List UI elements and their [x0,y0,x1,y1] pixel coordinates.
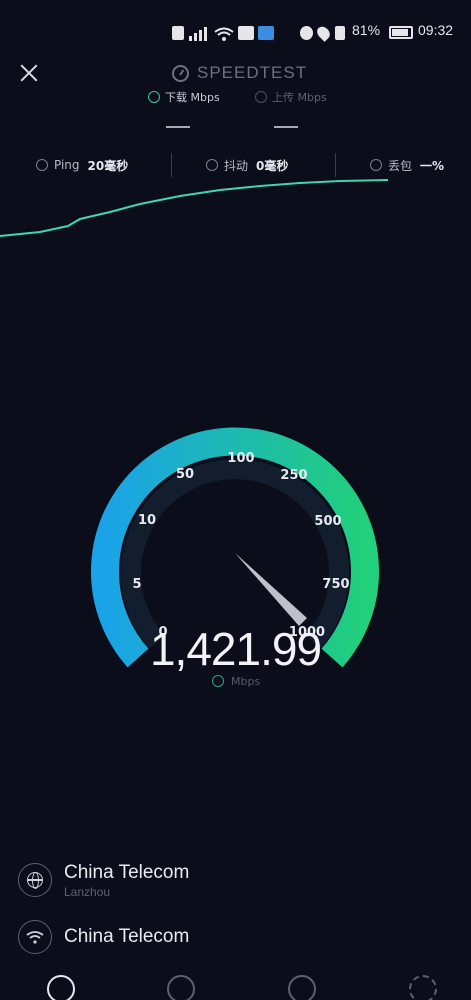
hd-icon [172,26,184,40]
download-icon [148,91,160,103]
isp-icon-circle [18,920,52,954]
upload-tab-label: 上传 Mbps [272,91,327,104]
speedtest-logo-icon [172,64,189,82]
server-row[interactable]: China Telecom Lanzhou [18,860,189,900]
tab-upload[interactable]: 上传 Mbps [255,88,327,106]
isp-row[interactable]: China Telecom [18,917,189,957]
download-icon [212,675,224,687]
battery-icon [389,26,413,39]
speed-unit: Mbps [212,673,260,689]
tab-download[interactable]: 下载 Mbps [148,88,220,106]
clock: 09:32 [418,22,454,38]
app-title: SPEEDTEST [172,62,307,84]
wifi-icon [214,26,234,41]
image-icon [258,26,274,40]
gauge-inner-shadow [121,459,349,649]
upload-value-placeholder [274,126,298,128]
tick-label: 500 [314,514,342,529]
speed-value: 1,421.99 [149,623,322,675]
speed-unit-label: Mbps [231,674,261,688]
wifi-icon [26,931,44,944]
coverage-nav-icon[interactable] [282,969,322,1000]
download-value-placeholder [166,126,190,128]
server-location: Lanzhou [64,884,111,899]
battery-percent: 81% [352,22,381,38]
server-info: China Telecom Lanzhou [64,862,189,899]
tick-label: 100 [227,451,255,466]
speed-graph-line [0,179,389,237]
server-icon-circle [18,863,52,897]
location-icon [314,24,333,42]
globe-icon [27,872,43,889]
download-tab-label: 下载 Mbps [165,91,220,104]
signal-icon [187,26,209,41]
server-name: China Telecom [64,861,190,883]
status-bar: 81% 09:32 [0,22,471,46]
tick-label: 5 [132,577,142,592]
gauge-needle [235,553,307,626]
tick-label: 10 [137,513,157,528]
alarm-icon [300,26,313,40]
tick-label: 50 [175,467,195,482]
upload-icon [255,91,267,103]
title-text: SPEEDTEST [197,63,308,82]
tick-label: 250 [280,468,308,483]
speed-graph [0,179,389,237]
camera-icon [238,26,254,40]
close-button[interactable] [16,60,42,86]
results-nav-icon[interactable] [167,975,195,1000]
isp-name: China Telecom [64,926,190,947]
tick-label: 750 [322,577,350,592]
speed-nav-icon[interactable] [47,975,75,1000]
settings-nav-icon[interactable] [409,975,437,1000]
vibrate-icon [335,26,345,40]
